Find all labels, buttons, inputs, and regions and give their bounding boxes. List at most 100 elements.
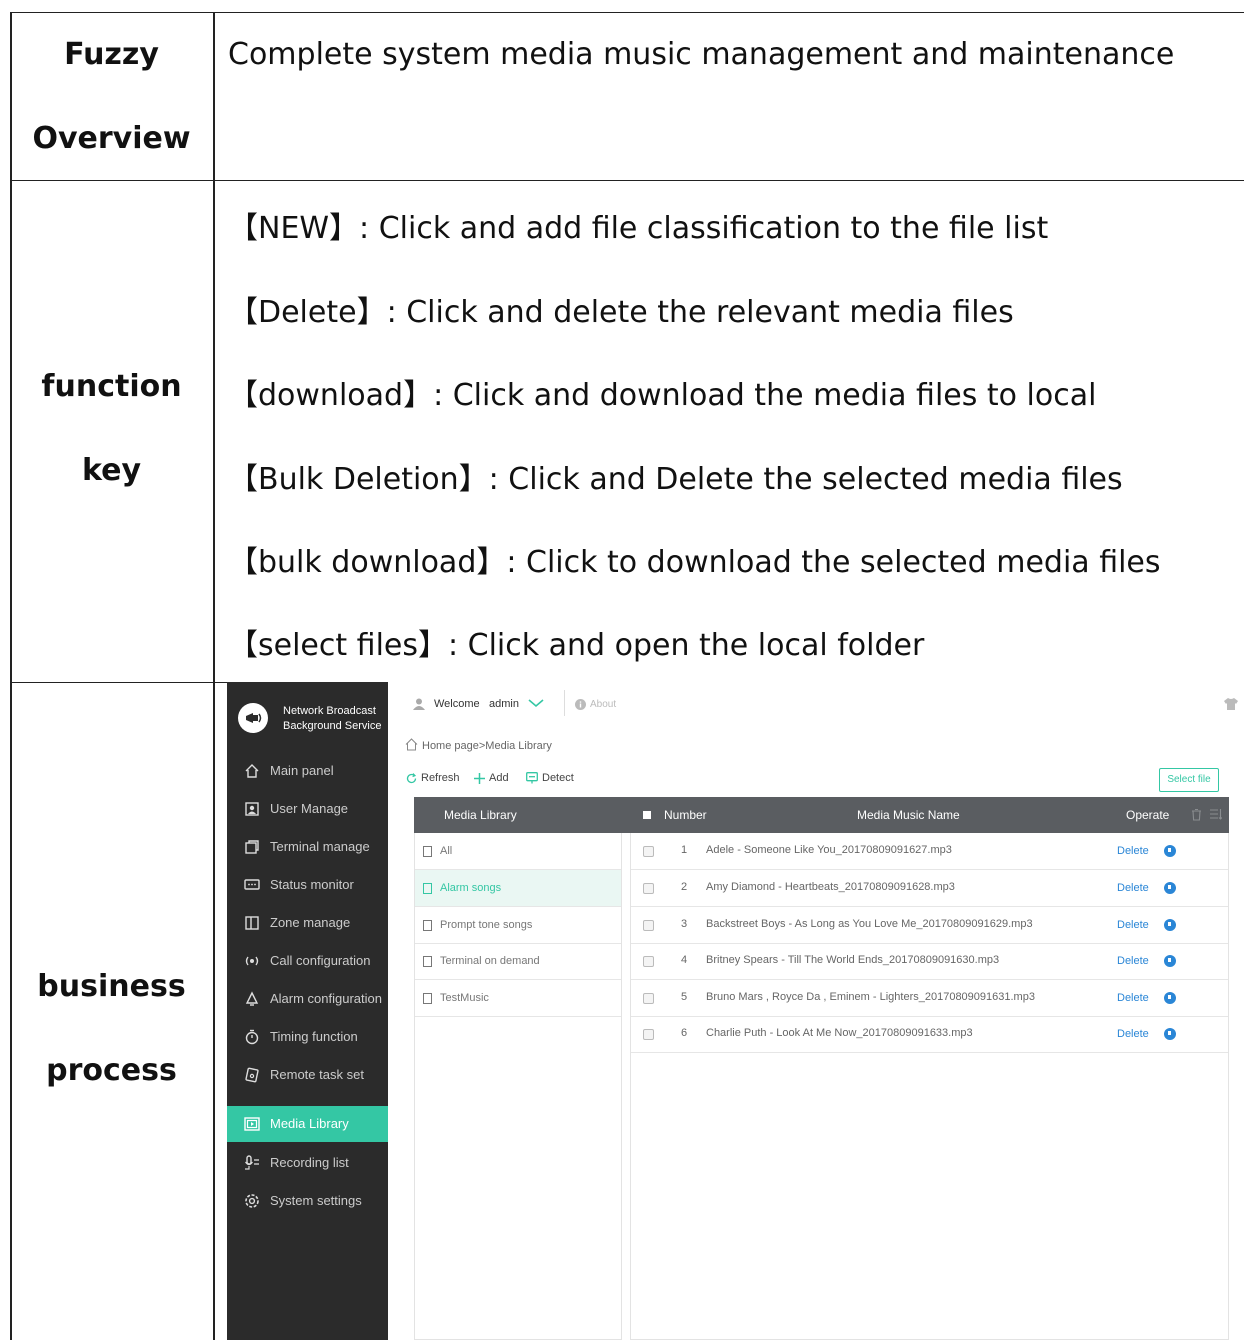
function-line-download: 【download】: Click and download the media… bbox=[228, 378, 1097, 413]
zone-icon bbox=[245, 916, 259, 930]
library-item[interactable]: TestMusic bbox=[415, 980, 621, 1017]
delete-link[interactable]: Delete bbox=[1117, 1028, 1149, 1040]
add-button[interactable]: Add bbox=[489, 772, 509, 784]
row-checkbox[interactable] bbox=[643, 883, 654, 894]
delete-link[interactable]: Delete bbox=[1117, 992, 1149, 1004]
sidebar: Network Broadcast Background Service Mai… bbox=[227, 682, 388, 1340]
nav-label: Alarm configuration bbox=[270, 991, 382, 1006]
table-row: 6 Charlie Puth - Look At Me Now_201708090… bbox=[631, 1016, 1228, 1053]
library-label: Prompt tone songs bbox=[440, 919, 533, 931]
user-card-icon bbox=[245, 802, 259, 816]
table-row: 2 Amy Diamond - Heartbeats_20170809091628… bbox=[631, 870, 1228, 907]
nav-status-monitor[interactable]: Status monitor bbox=[227, 867, 388, 903]
select-all-checkbox[interactable] bbox=[643, 811, 651, 819]
breadcrumb[interactable]: Home page>Media Library bbox=[422, 740, 552, 752]
detect-icon[interactable] bbox=[526, 772, 538, 784]
trash-icon[interactable] bbox=[1191, 808, 1202, 821]
brand-line-1: Network Broadcast bbox=[283, 705, 376, 717]
table-row: 5 Bruno Mars , Royce Da , Eminem - Lighte… bbox=[631, 980, 1228, 1017]
remote-icon bbox=[245, 1067, 259, 1083]
refresh-icon[interactable] bbox=[406, 773, 417, 784]
business-label-1: business bbox=[37, 969, 186, 1004]
file-icon bbox=[423, 956, 432, 967]
nav-user-manage[interactable]: User Manage bbox=[227, 791, 388, 827]
overview-label-2: Overview bbox=[32, 121, 191, 156]
row-checkbox[interactable] bbox=[643, 846, 654, 857]
nav-label: Call configuration bbox=[270, 953, 371, 968]
nav-terminal-manage[interactable]: Terminal manage bbox=[227, 829, 388, 865]
nav-label: Timing function bbox=[270, 1029, 358, 1044]
delete-link[interactable]: Delete bbox=[1117, 882, 1149, 894]
library-label: Terminal on demand bbox=[440, 955, 540, 967]
nav-system-settings[interactable]: System settings bbox=[227, 1183, 388, 1219]
download-icon[interactable] bbox=[1164, 845, 1176, 857]
download-icon[interactable] bbox=[1164, 1028, 1176, 1040]
nav-label: User Manage bbox=[270, 801, 349, 816]
library-item[interactable]: Alarm songs bbox=[415, 870, 621, 907]
library-item[interactable]: All bbox=[415, 833, 621, 870]
row-number: 6 bbox=[681, 1027, 688, 1039]
username[interactable]: admin bbox=[489, 698, 519, 710]
user-icon bbox=[413, 698, 425, 710]
nav-alarm-configuration[interactable]: Alarm configuration bbox=[227, 981, 388, 1017]
nav-timing-function[interactable]: Timing function bbox=[227, 1019, 388, 1055]
about-link[interactable]: About bbox=[590, 699, 616, 710]
table-row: 1 Adele - Someone Like You_20170809091627… bbox=[631, 833, 1228, 870]
download-icon[interactable] bbox=[1164, 882, 1176, 894]
broadcast-icon bbox=[245, 956, 259, 966]
library-label: All bbox=[440, 845, 453, 857]
library-item[interactable]: Terminal on demand bbox=[415, 943, 621, 980]
function-line-bulk-deletion: 【Bulk Deletion】: Click and Delete the se… bbox=[228, 462, 1123, 497]
header-name: Media Music Name bbox=[857, 808, 960, 822]
nav-remote-task-set[interactable]: Remote task set bbox=[227, 1057, 388, 1093]
file-icon bbox=[423, 846, 432, 857]
refresh-button[interactable]: Refresh bbox=[421, 772, 460, 784]
function-line-bulk-download: 【bulk download】: Click to download the s… bbox=[228, 545, 1161, 580]
row-checkbox[interactable] bbox=[643, 993, 654, 1004]
function-line-select-files: 【select files】: Click and open the local… bbox=[228, 628, 925, 663]
table-row: 3 Backstreet Boys - As Long as You Love M… bbox=[631, 907, 1228, 944]
detect-button[interactable]: Detect bbox=[542, 772, 574, 784]
app-screenshot: Network Broadcast Background Service Mai… bbox=[227, 682, 1244, 1340]
plus-icon[interactable] bbox=[474, 773, 485, 784]
row-number: 5 bbox=[681, 991, 688, 1003]
nav-zone-manage[interactable]: Zone manage bbox=[227, 905, 388, 941]
monitor-icon bbox=[244, 879, 260, 890]
nav-recording-list[interactable]: Recording list bbox=[227, 1145, 388, 1181]
row-checkbox[interactable] bbox=[643, 1029, 654, 1040]
row-number: 2 bbox=[681, 881, 688, 893]
library-item[interactable]: Prompt tone songs bbox=[415, 907, 621, 944]
nav-label: Recording list bbox=[270, 1155, 349, 1170]
delete-link[interactable]: Delete bbox=[1117, 955, 1149, 967]
download-icon[interactable] bbox=[1164, 919, 1176, 931]
nav-label: Zone manage bbox=[270, 915, 351, 930]
library-panel: All Alarm songs Prompt tone songs Termin… bbox=[414, 833, 622, 1340]
row-number: 1 bbox=[681, 844, 688, 856]
nav-label: System settings bbox=[270, 1193, 362, 1208]
music-name: Adele - Someone Like You_20170809091627.… bbox=[706, 844, 952, 856]
music-name: Britney Spears - Till The World Ends_201… bbox=[706, 954, 1000, 966]
nav-main-panel[interactable]: Main panel bbox=[227, 753, 388, 789]
shirt-icon[interactable] bbox=[1224, 698, 1238, 710]
music-name: Backstreet Boys - As Long as You Love Me… bbox=[706, 918, 1033, 930]
terminal-icon bbox=[245, 840, 259, 854]
media-icon bbox=[244, 1117, 260, 1131]
home-outline-icon bbox=[405, 738, 418, 751]
row-function-key: function key 【NEW】: Click and add file c… bbox=[10, 180, 1244, 682]
file-icon bbox=[423, 920, 432, 931]
bulk-download-icon[interactable] bbox=[1210, 808, 1222, 821]
row-checkbox[interactable] bbox=[643, 920, 654, 931]
file-icon bbox=[423, 993, 432, 1004]
nav-media-library[interactable]: Media Library bbox=[227, 1106, 388, 1142]
gear-icon bbox=[245, 1194, 259, 1208]
download-icon[interactable] bbox=[1164, 955, 1176, 967]
nav-call-configuration[interactable]: Call configuration bbox=[227, 943, 388, 979]
download-icon[interactable] bbox=[1164, 992, 1176, 1004]
delete-link[interactable]: Delete bbox=[1117, 919, 1149, 931]
delete-link[interactable]: Delete bbox=[1117, 845, 1149, 857]
nav-label: Status monitor bbox=[270, 877, 354, 892]
overview-label-1: Fuzzy bbox=[64, 37, 159, 72]
row-checkbox[interactable] bbox=[643, 956, 654, 967]
chevron-down-icon[interactable] bbox=[528, 698, 544, 708]
select-file-button[interactable]: Select file bbox=[1159, 768, 1219, 792]
